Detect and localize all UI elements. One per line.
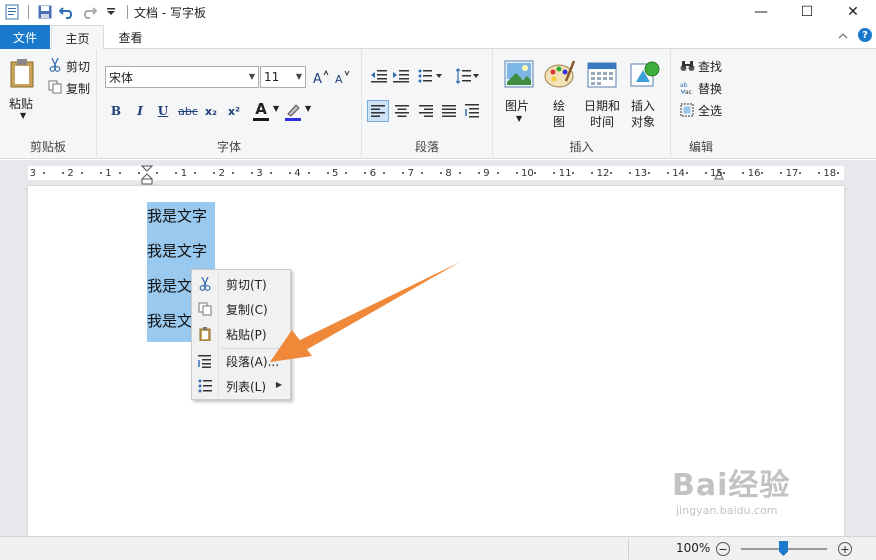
zoom-out-button[interactable]: − <box>716 542 730 556</box>
zoom-level: 100% <box>676 541 711 555</box>
zoom-in-button[interactable]: + <box>838 542 852 556</box>
zoom-slider-thumb[interactable] <box>779 541 788 556</box>
watermark: Bai经验 jingyan.baidu.com <box>672 460 790 517</box>
watermark-brand: Bai经验 <box>672 468 791 503</box>
status-bar: 100% − + <box>0 536 876 560</box>
watermark-url: jingyan.baidu.com <box>676 504 778 517</box>
divider <box>628 539 629 559</box>
